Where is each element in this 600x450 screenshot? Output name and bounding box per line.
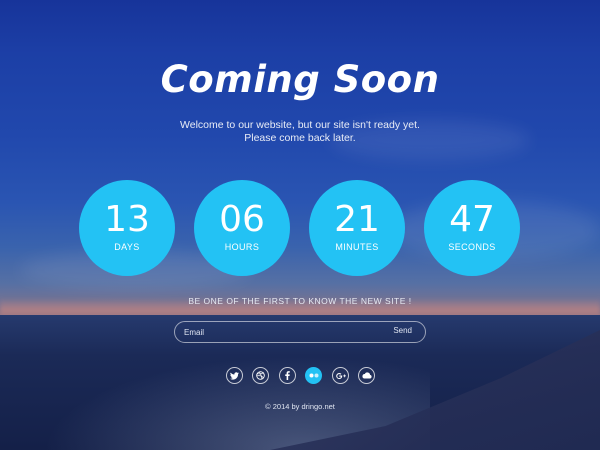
flickr-icon[interactable] <box>305 367 322 384</box>
newsletter-tagline: BE ONE OF THE FIRST TO KNOW THE NEW SITE… <box>188 296 412 306</box>
dribbble-icon[interactable] <box>252 367 269 384</box>
countdown-hours: 06 HOURS <box>194 180 290 276</box>
twitter-icon[interactable] <box>226 367 243 384</box>
days-value: 13 <box>104 199 150 240</box>
days-label: DAYS <box>114 242 140 252</box>
social-links <box>0 367 600 385</box>
seconds-value: 47 <box>449 199 495 240</box>
coming-soon-page: Coming Soon Welcome to our website, but … <box>0 0 600 450</box>
email-input[interactable] <box>184 325 374 339</box>
countdown-days: 13 DAYS <box>79 180 175 276</box>
subtitle-line-1: Welcome to our website, but our site isn… <box>180 119 420 131</box>
hours-value: 06 <box>219 199 265 240</box>
facebook-icon[interactable] <box>279 367 296 384</box>
countdown: 13 DAYS 06 HOURS 21 MINUTES 47 SECONDS <box>0 180 600 278</box>
seconds-label: SECONDS <box>448 242 496 252</box>
minutes-label: MINUTES <box>335 242 379 252</box>
cloud-icon[interactable] <box>358 367 375 384</box>
countdown-seconds: 47 SECONDS <box>424 180 520 276</box>
hours-label: HOURS <box>224 242 260 252</box>
google-plus-icon[interactable] <box>332 367 349 384</box>
send-button[interactable]: Send <box>393 326 412 335</box>
footer-copyright: © 2014 by dringo.net <box>265 402 335 411</box>
countdown-minutes: 21 MINUTES <box>309 180 405 276</box>
subtitle: Welcome to our website, but our site isn… <box>0 119 600 145</box>
subscribe-form: Send <box>174 321 426 343</box>
minutes-value: 21 <box>334 199 380 240</box>
subtitle-line-2: Please come back later. <box>244 132 356 144</box>
page-title: Coming Soon <box>160 58 440 101</box>
